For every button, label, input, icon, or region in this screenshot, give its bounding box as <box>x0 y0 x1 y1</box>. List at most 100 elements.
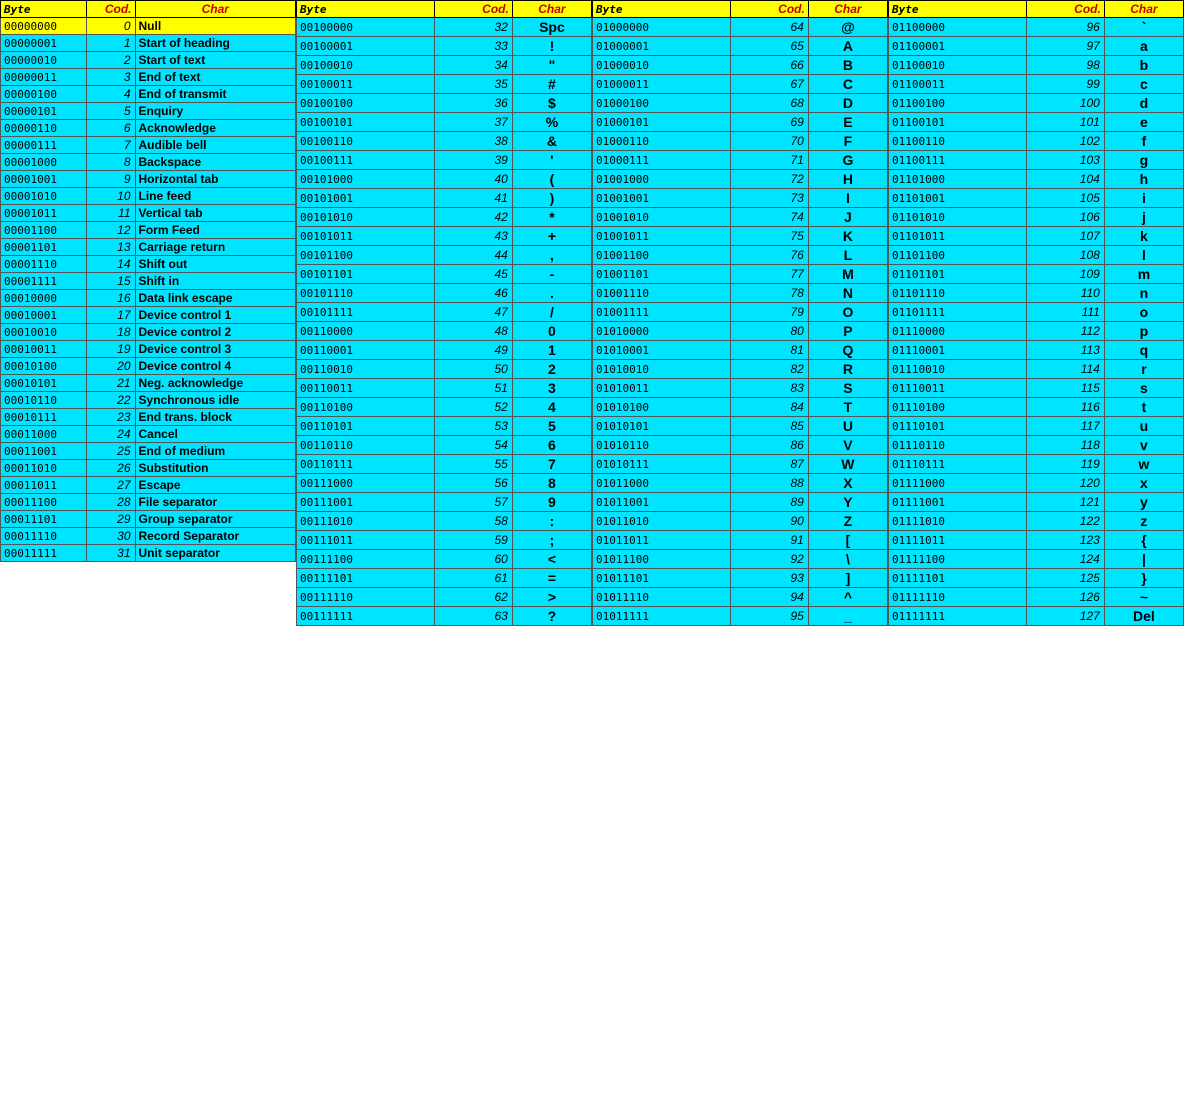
table-row: 000001106Acknowledge <box>1 120 296 137</box>
byte-cell: 00001011 <box>1 205 87 222</box>
cod-cell: 69 <box>731 113 809 132</box>
th-char-3: Char <box>1104 1 1183 18</box>
byte-cell: 01011100 <box>593 550 731 569</box>
cod-cell: 23 <box>87 409 135 426</box>
char-cell: Y <box>808 493 887 512</box>
byte-cell: 00110101 <box>297 417 435 436</box>
char-cell: End of medium <box>135 443 295 460</box>
byte-cell: 00011000 <box>1 426 87 443</box>
cod-cell: 112 <box>1027 322 1105 341</box>
byte-cell: 00110111 <box>297 455 435 474</box>
byte-cell: 00010000 <box>1 290 87 307</box>
char-cell: Device control 1 <box>135 307 295 324</box>
byte-cell: 01111100 <box>889 550 1027 569</box>
table-row: 01110001113q <box>889 341 1184 360</box>
byte-cell: 00010011 <box>1 341 87 358</box>
char-cell: , <box>512 246 591 265</box>
table-row: 0100110177M <box>593 265 888 284</box>
byte-cell: 01100110 <box>889 132 1027 151</box>
cod-cell: 121 <box>1027 493 1105 512</box>
cod-cell: 35 <box>435 75 513 94</box>
byte-cell: 00000100 <box>1 86 87 103</box>
table-row: 0001110129Group separator <box>1 511 296 528</box>
table-row: 01101100108l <box>889 246 1184 265</box>
cod-cell: 81 <box>731 341 809 360</box>
byte-cell: 01000100 <box>593 94 731 113</box>
char-cell: Line feed <box>135 188 295 205</box>
th-cod-0: Cod. <box>87 1 135 18</box>
byte-cell: 01100010 <box>889 56 1027 75</box>
cod-cell: 58 <box>435 512 513 531</box>
byte-cell: 01000010 <box>593 56 731 75</box>
char-cell: A <box>808 37 887 56</box>
char-cell: Cancel <box>135 426 295 443</box>
cod-cell: 47 <box>435 303 513 322</box>
th-byte-3: Byte <box>889 1 1027 18</box>
char-cell: ^ <box>808 588 887 607</box>
cod-cell: 56 <box>435 474 513 493</box>
table-row: 01110100116t <box>889 398 1184 417</box>
byte-cell: 01100001 <box>889 37 1027 56</box>
table-row: 0101001183S <box>593 379 888 398</box>
table-row: 0110001199c <box>889 75 1184 94</box>
th-cod-1: Cod. <box>435 1 513 18</box>
char-cell: Escape <box>135 477 295 494</box>
byte-cell: 00010111 <box>1 409 87 426</box>
char-cell: @ <box>808 18 887 37</box>
byte-cell: 00110001 <box>297 341 435 360</box>
cod-cell: 12 <box>87 222 135 239</box>
byte-cell: 01001111 <box>593 303 731 322</box>
char-cell: { <box>1104 531 1183 550</box>
table-row: 0100000064@ <box>593 18 888 37</box>
table-row: 0001011022Synchronous idle <box>1 392 296 409</box>
cod-cell: 1 <box>87 35 135 52</box>
byte-cell: 01101101 <box>889 265 1027 284</box>
byte-cell: 00111001 <box>297 493 435 512</box>
byte-cell: 00100111 <box>297 151 435 170</box>
byte-cell: 01011111 <box>593 607 731 626</box>
cod-cell: 21 <box>87 375 135 392</box>
char-cell: _ <box>808 607 887 626</box>
char-cell: = <box>512 569 591 588</box>
char-cell: f <box>1104 132 1183 151</box>
cod-cell: 39 <box>435 151 513 170</box>
char-cell: w <box>1104 455 1183 474</box>
char-cell: * <box>512 208 591 227</box>
table-row: 0000110012Form Feed <box>1 222 296 239</box>
byte-cell: 00010010 <box>1 324 87 341</box>
table-row: 01110011115s <box>889 379 1184 398</box>
byte-cell: 01100011 <box>889 75 1027 94</box>
char-cell: J <box>808 208 887 227</box>
table-row: 000000011Start of heading <box>1 35 296 52</box>
byte-cell: 00001110 <box>1 256 87 273</box>
byte-cell: 00111011 <box>297 531 435 550</box>
table-row: 01100100100d <box>889 94 1184 113</box>
table-row: 0001010020Device control 4 <box>1 358 296 375</box>
char-cell: Synchronous idle <box>135 392 295 409</box>
cod-cell: 54 <box>435 436 513 455</box>
cod-cell: 70 <box>731 132 809 151</box>
byte-cell: 01011110 <box>593 588 731 607</box>
table-row: 000000102Start of text <box>1 52 296 69</box>
byte-cell: 00100010 <box>297 56 435 75</box>
cod-cell: 117 <box>1027 417 1105 436</box>
char-cell: Spc <box>512 18 591 37</box>
cod-cell: 123 <box>1027 531 1105 550</box>
char-cell: ? <box>512 607 591 626</box>
byte-cell: 00000101 <box>1 103 87 120</box>
byte-cell: 01010101 <box>593 417 731 436</box>
char-cell: 9 <box>512 493 591 512</box>
table-row: 0100011070F <box>593 132 888 151</box>
byte-cell: 01111000 <box>889 474 1027 493</box>
byte-cell: 00100100 <box>297 94 435 113</box>
char-cell: Form Feed <box>135 222 295 239</box>
table-row: 01111000120x <box>889 474 1184 493</box>
byte-cell: 01000111 <box>593 151 731 170</box>
table-row: 01101011107k <box>889 227 1184 246</box>
table-row: 01101001105i <box>889 189 1184 208</box>
cod-cell: 63 <box>435 607 513 626</box>
cod-cell: 111 <box>1027 303 1105 322</box>
char-cell: ) <box>512 189 591 208</box>
th-cod-2: Cod. <box>731 1 809 18</box>
table-row: 0110000096` <box>889 18 1184 37</box>
